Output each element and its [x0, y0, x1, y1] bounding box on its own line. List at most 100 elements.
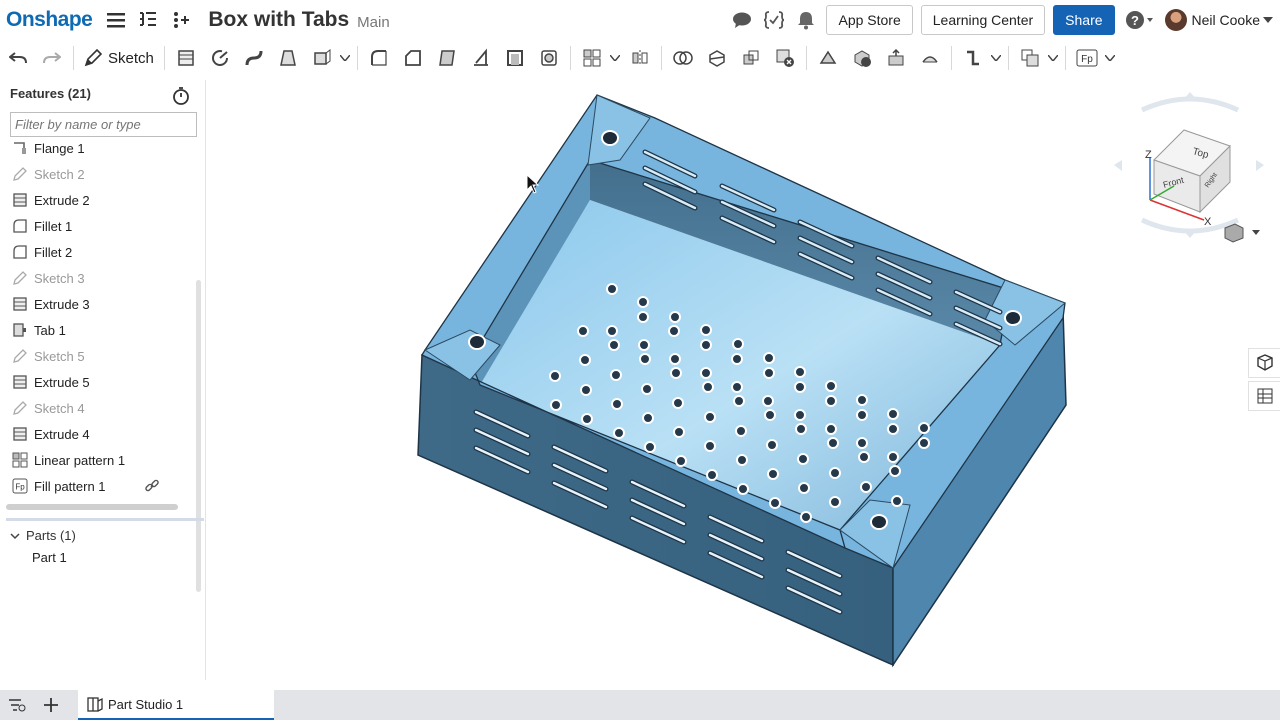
featurescript-fp-icon[interactable]: Fp [1073, 44, 1101, 72]
modify-fillet-icon[interactable] [814, 44, 842, 72]
linear-pattern-icon[interactable] [578, 44, 606, 72]
pencil-icon [84, 49, 102, 67]
hamburger-menu-icon[interactable] [104, 8, 128, 32]
extrude-icon [12, 192, 28, 208]
instance-list-icon[interactable] [1248, 348, 1280, 378]
onshape-logo[interactable]: Onshape [6, 8, 93, 32]
chevron-down-icon[interactable] [1047, 44, 1059, 72]
view-cube[interactable]: Top Front Right Z X [1112, 90, 1272, 250]
rollback-timer-icon[interactable] [171, 86, 191, 106]
boolean-icon[interactable] [669, 44, 697, 72]
feature-item[interactable]: Sketch 2 [12, 162, 192, 186]
comments-icon[interactable] [730, 8, 754, 32]
undo-icon[interactable] [4, 44, 32, 72]
app-store-button[interactable]: App Store [826, 5, 913, 35]
chamfer-icon[interactable] [399, 44, 427, 72]
part-studio-icon [87, 697, 103, 712]
panel-resize-divider[interactable] [6, 518, 204, 521]
sweep-icon[interactable] [240, 44, 268, 72]
toolbar-divider [805, 46, 807, 70]
insert-icon[interactable] [168, 8, 192, 32]
feature-item[interactable]: Fp Fill pattern 1 [12, 474, 192, 498]
add-tab-icon[interactable] [40, 694, 62, 716]
feature-label: Sketch 5 [34, 348, 85, 364]
move-face-icon[interactable] [882, 44, 910, 72]
fp-icon: Fp [12, 478, 28, 494]
feature-item[interactable]: Flange 1 [12, 138, 192, 160]
revolve-icon[interactable] [206, 44, 234, 72]
feature-filter-input[interactable] [10, 112, 197, 137]
feature-item[interactable]: Sketch 5 [12, 344, 192, 368]
sheet-metal-icon[interactable] [959, 44, 987, 72]
chevron-down-icon[interactable] [339, 44, 351, 72]
help-icon[interactable]: ? [1125, 8, 1155, 32]
top-right-controls: App Store Learning Center Share ? Neil C… [722, 0, 1280, 40]
hole-icon[interactable] [535, 44, 563, 72]
feature-tree-toggle-icon[interactable] [136, 8, 160, 32]
feature-item[interactable]: Fillet 2 [12, 240, 192, 264]
feature-item[interactable]: Tab 1 [12, 318, 192, 342]
draft-icon[interactable] [433, 44, 461, 72]
rib-icon[interactable] [467, 44, 495, 72]
svg-text:Fp: Fp [1081, 54, 1093, 65]
feature-item[interactable]: Extrude 4 [12, 422, 192, 446]
notifications-bell-icon[interactable] [794, 8, 818, 32]
feature-tree: Flange 1 Sketch 2 Extrude 2 Fillet 1 Fil… [0, 138, 196, 516]
feature-item[interactable]: Extrude 2 [12, 188, 192, 212]
redo-icon[interactable] [38, 44, 66, 72]
toolbar-divider [950, 46, 952, 70]
toolbar-divider [1007, 46, 1009, 70]
variable-table-icon[interactable] [1248, 381, 1280, 411]
fillet-icon [12, 244, 28, 260]
thicken-icon[interactable] [308, 44, 336, 72]
feature-label: Linear pattern 1 [34, 452, 126, 468]
feature-label: Extrude 2 [34, 192, 90, 208]
feature-item[interactable]: Sketch 3 [12, 266, 192, 290]
extrude-icon[interactable] [172, 44, 200, 72]
chevron-down-icon[interactable] [1104, 44, 1116, 72]
svg-text:?: ? [1131, 13, 1139, 28]
feature-list-scrollbar[interactable] [196, 280, 201, 592]
mirror-icon[interactable] [626, 44, 654, 72]
feature-label: Sketch 3 [34, 270, 85, 286]
branch-name[interactable]: Main [357, 14, 390, 31]
part-list-item[interactable]: Part 1 [32, 550, 67, 565]
transform-icon[interactable] [737, 44, 765, 72]
feature-item[interactable]: Linear pattern 1 [12, 448, 192, 472]
extrude-icon [12, 296, 28, 312]
delete-face-icon[interactable] [848, 44, 876, 72]
learning-center-button[interactable]: Learning Center [920, 5, 1046, 35]
featurescript-icon[interactable] [762, 8, 786, 32]
document-title[interactable]: Box with Tabs [208, 8, 349, 32]
user-name[interactable]: Neil Cooke [1192, 12, 1260, 28]
feature-label: Extrude 4 [34, 426, 90, 442]
chevron-down-icon[interactable] [1262, 8, 1274, 32]
tab-part-studio[interactable]: Part Studio 1 [78, 690, 274, 720]
frames-icon[interactable] [1016, 44, 1044, 72]
user-avatar[interactable] [1164, 9, 1187, 31]
shell-icon[interactable] [501, 44, 529, 72]
feature-list-horizontal-scrollbar[interactable] [6, 504, 178, 510]
toolbar-divider [163, 46, 165, 70]
feature-item[interactable]: Fillet 1 [12, 214, 192, 238]
fillet-icon[interactable] [365, 44, 393, 72]
replace-face-icon[interactable] [916, 44, 944, 72]
feature-item[interactable]: Extrude 5 [12, 370, 192, 394]
z-axis-label: Z [1145, 149, 1152, 161]
share-button[interactable]: Share [1053, 5, 1115, 35]
parts-header[interactable]: Parts (1) [8, 528, 76, 543]
sketch-button[interactable]: Sketch [78, 44, 160, 72]
feature-label: Extrude 3 [34, 296, 90, 312]
link-icon[interactable] [144, 478, 160, 494]
feature-item[interactable]: Extrude 3 [12, 292, 192, 316]
delete-part-icon[interactable] [771, 44, 799, 72]
tab-manager-icon[interactable] [6, 694, 28, 716]
chevron-down-icon[interactable] [609, 44, 621, 72]
feature-list-panel: Features (21) Flange 1 Sketch 2 Extrude … [0, 80, 206, 680]
tab-bar: Part Studio 1 [0, 690, 1280, 720]
toolbar-divider [356, 46, 358, 70]
loft-icon[interactable] [274, 44, 302, 72]
split-icon[interactable] [703, 44, 731, 72]
chevron-down-icon[interactable] [990, 44, 1002, 72]
feature-item[interactable]: Sketch 4 [12, 396, 192, 420]
